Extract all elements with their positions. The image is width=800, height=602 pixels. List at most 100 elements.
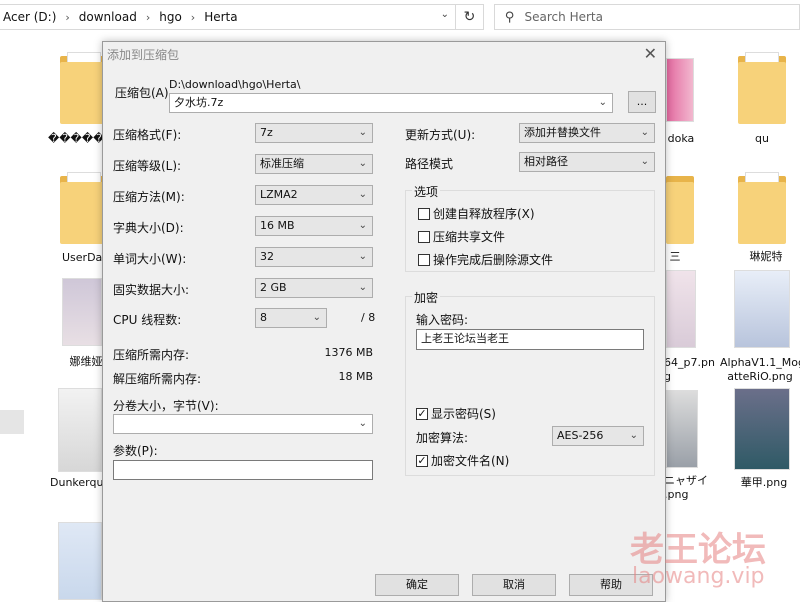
dict-value: 16 MB (260, 219, 295, 232)
image-thumbnail[interactable] (734, 388, 790, 470)
chevron-down-icon: ⌄ (358, 418, 367, 429)
checkbox-checked-icon[interactable]: ✓ (416, 407, 428, 420)
nav-pane-selection[interactable] (0, 410, 24, 434)
word-select[interactable]: 32 ⌄ (255, 247, 373, 267)
options-title: 选项 (412, 183, 441, 200)
method-label: 压缩方法(M): (113, 190, 185, 204)
level-value: 标准压缩 (260, 157, 304, 170)
method-select[interactable]: LZMA2 ⌄ (255, 185, 373, 205)
breadcrumb-download[interactable]: download (79, 10, 137, 24)
update-select[interactable]: 添加并替换文件 ⌄ (519, 123, 655, 143)
image-thumbnail[interactable] (666, 390, 698, 468)
image-thumbnail[interactable] (666, 58, 694, 122)
show-password-label: 显示密码(S) (431, 407, 496, 421)
file-label: 華甲.png (740, 476, 788, 489)
checkbox-checked-icon[interactable]: ✓ (416, 454, 428, 467)
folder-icon[interactable] (666, 172, 694, 244)
format-label: 压缩格式(F): (113, 128, 182, 142)
file-label: 娜维娅 (69, 355, 103, 368)
cpu-label: CPU 线程数: (113, 313, 182, 327)
address-bar[interactable]: Acer (D:) › download › hgo › Herta ⌄ (0, 4, 456, 30)
chevron-down-icon: ⌄ (598, 97, 607, 108)
watermark-url: laowang.vip (632, 564, 765, 589)
breadcrumb-drive[interactable]: Acer (D:) (3, 10, 56, 24)
ok-button[interactable]: 确定 (375, 574, 459, 596)
word-value: 32 (260, 250, 274, 263)
update-label: 更新方式(U): (405, 128, 476, 142)
chevron-down-icon: ⌄ (640, 156, 649, 167)
image-thumbnail[interactable] (666, 270, 696, 348)
path-mode-select[interactable]: 相对路径 ⌄ (519, 152, 655, 172)
search-input[interactable]: ⚲ Search Herta (494, 4, 800, 30)
sfx-checkbox[interactable]: 创建自释放程序(X) (418, 205, 535, 222)
chevron-down-icon: ⌄ (312, 312, 321, 323)
dict-select[interactable]: 16 MB ⌄ (255, 216, 373, 236)
dict-label: 字典大小(D): (113, 221, 184, 235)
mem-comp-label: 压缩所需内存: (113, 348, 190, 362)
checkbox-box[interactable] (418, 207, 430, 220)
chevron-down-icon[interactable]: ⌄ (441, 9, 449, 20)
shared-label: 压缩共享文件 (433, 230, 506, 244)
volume-combo[interactable]: ⌄ (113, 414, 373, 434)
checkbox-box[interactable] (418, 253, 430, 266)
folder-icon[interactable] (738, 172, 786, 244)
cpu-total: / 8 (361, 311, 376, 324)
format-select[interactable]: 7z ⌄ (255, 123, 373, 143)
cancel-button[interactable]: 取消 (472, 574, 556, 596)
cpu-value: 8 (260, 311, 267, 324)
file-label: UserDat (62, 251, 104, 264)
encrypt-names-checkbox[interactable]: ✓ 加密文件名(N) (416, 452, 509, 469)
format-value: 7z (260, 126, 273, 139)
breadcrumb-herta[interactable]: Herta (204, 10, 237, 24)
enc-method-value: AES-256 (557, 429, 604, 442)
path-mode-value: 相对路径 (524, 155, 568, 168)
mem-decomp-label: 解压缩所需内存: (113, 372, 202, 386)
solid-value: 2 GB (260, 281, 287, 294)
breadcrumb-hgo[interactable]: hgo (159, 10, 182, 24)
chevron-down-icon: ⌄ (358, 189, 367, 200)
file-label: ������ (48, 132, 116, 145)
chevron-right-icon: › (145, 10, 151, 24)
folder-icon[interactable] (738, 52, 786, 124)
refresh-icon[interactable]: ↻ (456, 4, 484, 30)
delete-checkbox[interactable]: 操作完成后删除源文件 (418, 251, 553, 268)
enc-method-label: 加密算法: (416, 431, 469, 445)
image-thumbnail[interactable] (58, 522, 102, 600)
mem-decomp-value: 18 MB (338, 370, 373, 383)
explorer-toolbar: Acer (D:) › download › hgo › Herta ⌄ ↻ ⚲… (0, 0, 800, 34)
params-label: 参数(P): (113, 444, 158, 458)
enc-method-select[interactable]: AES-256 ⌄ (552, 426, 644, 446)
password-input[interactable]: 上老王论坛当老王 (416, 329, 644, 350)
chevron-down-icon: ⌄ (358, 282, 367, 293)
delete-label: 操作完成后删除源文件 (433, 253, 554, 267)
params-input[interactable] (113, 460, 373, 480)
volume-label: 分卷大小，字节(V): (113, 399, 219, 413)
checkbox-box[interactable] (418, 230, 430, 243)
folder-icon[interactable] (60, 52, 108, 124)
close-icon[interactable]: ✕ (644, 44, 657, 63)
add-to-archive-dialog: 添加到压缩包 ✕ 压缩包(A) D:\download\hgo\Herta\ 夕… (102, 41, 666, 602)
level-select[interactable]: 标准压缩 ⌄ (255, 154, 373, 174)
chevron-right-icon: › (65, 10, 70, 24)
shared-checkbox[interactable]: 压缩共享文件 (418, 228, 505, 245)
mem-comp-value: 1376 MB (324, 346, 373, 359)
image-thumbnail[interactable] (58, 388, 102, 472)
solid-select[interactable]: 2 GB ⌄ (255, 278, 373, 298)
path-mode-label: 路径模式 (405, 157, 454, 171)
archive-name-combo[interactable]: 夕水坊.7z ⌄ (169, 93, 613, 113)
level-label: 压缩等级(L): (113, 159, 182, 173)
image-thumbnail[interactable] (734, 270, 790, 348)
chevron-down-icon: ⌄ (358, 127, 367, 138)
folder-icon[interactable] (60, 172, 108, 244)
method-value: LZMA2 (260, 188, 298, 201)
file-label: qu (755, 132, 769, 145)
cpu-select[interactable]: 8 ⌄ (255, 308, 327, 328)
dialog-title: 添加到压缩包 (107, 48, 180, 62)
update-value: 添加并替换文件 (524, 126, 601, 139)
image-thumbnail[interactable] (62, 278, 102, 346)
chevron-down-icon: ⌄ (358, 220, 367, 231)
password-label: 输入密码: (416, 313, 469, 327)
browse-button[interactable]: ... (628, 91, 656, 113)
show-password-checkbox[interactable]: ✓ 显示密码(S) (416, 405, 496, 422)
solid-label: 固实数据大小: (113, 283, 190, 297)
